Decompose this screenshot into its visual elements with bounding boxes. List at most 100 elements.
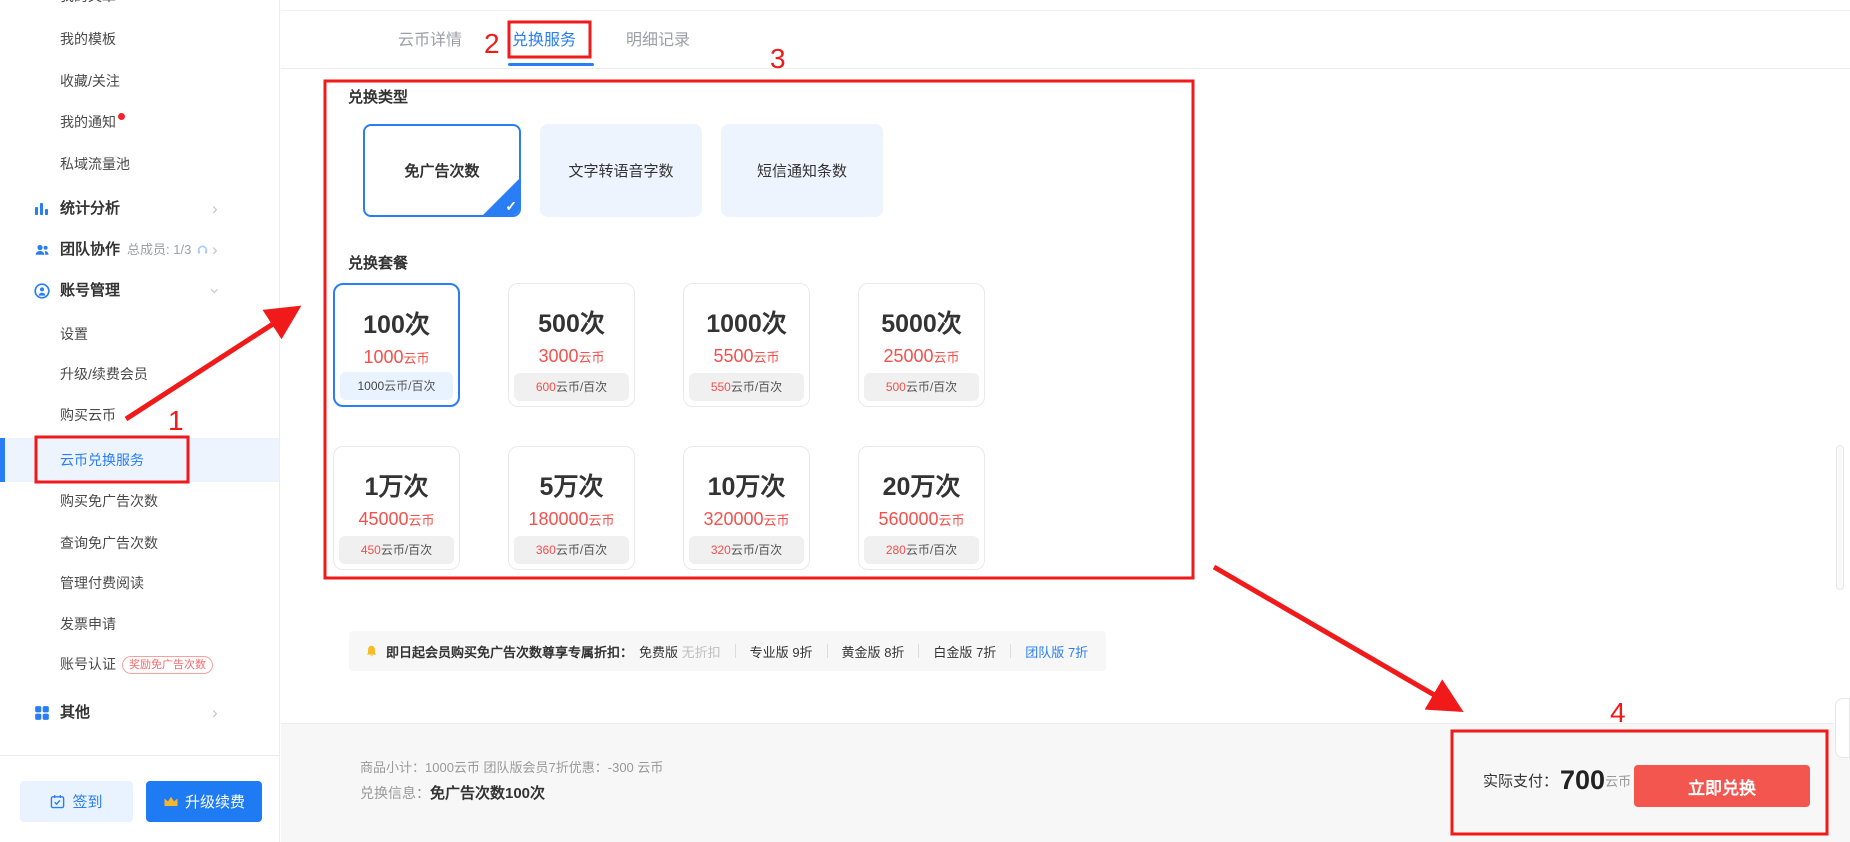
type-card-tts[interactable]: 文字转语音字数: [540, 124, 702, 217]
package-price: 560000云币: [859, 509, 984, 530]
package-rate: 450云币/百次: [339, 536, 454, 564]
discount-lead-text: 即日起会员购买免广告次数尊享专属折扣：: [386, 642, 633, 661]
sidebar-item-label: 私域流量池: [60, 144, 130, 184]
headset-icon: [196, 243, 209, 256]
exchange-now-button[interactable]: 立即兑换: [1634, 765, 1810, 807]
package-quantity: 100次: [335, 305, 458, 341]
chevron-right-icon: ›: [212, 693, 218, 733]
package-rate: 280云币/百次: [864, 536, 979, 564]
calendar-check-icon: [50, 794, 65, 809]
sidebar-item-coin-exchange[interactable]: 云币兑换服务: [0, 438, 280, 482]
team-icon: [34, 242, 50, 258]
package-card-200k[interactable]: 20万次 560000云币 280云币/百次: [858, 446, 985, 570]
sidebar-item-account-auth[interactable]: 账号认证奖励免广告次数: [0, 644, 280, 684]
sidebar-item-notifications[interactable]: 我的通知: [0, 102, 280, 142]
type-card-sms[interactable]: 短信通知条数: [721, 124, 883, 217]
check-in-label: 签到: [72, 791, 102, 812]
sidebar-item-team[interactable]: 团队协作总成员: 1/3 ›: [0, 230, 280, 270]
side-float-widget[interactable]: [1835, 698, 1850, 758]
tab-coin-details[interactable]: 云币详情: [398, 26, 462, 50]
reward-badge: 奖励免广告次数: [122, 656, 213, 674]
package-quantity: 5万次: [509, 467, 634, 503]
tab-detail-records[interactable]: 明细记录: [626, 26, 690, 50]
sidebar-item-account[interactable]: 账号管理 ›: [0, 271, 280, 311]
sidebar-item-upgrade-member[interactable]: 升级/续费会员: [0, 354, 280, 394]
notification-dot-icon: [118, 113, 125, 120]
sidebar-item-private-traffic[interactable]: 私域流量池: [0, 144, 280, 184]
sidebar-item-label: 其他: [60, 693, 90, 733]
package-rate: 1000云币/百次: [340, 372, 453, 400]
sidebar-item-invoice[interactable]: 发票申请: [0, 604, 280, 644]
check-in-button[interactable]: 签到: [20, 781, 133, 822]
bar-chart-icon: [34, 201, 50, 217]
package-card-1000[interactable]: 1000次 5500云币 550云币/百次: [683, 283, 810, 407]
payment-unit: 云币: [1605, 771, 1631, 790]
sidebar-item-label: 设置: [60, 314, 88, 354]
upgrade-renew-label: 升级续费: [185, 791, 245, 812]
chevron-down-icon: ›: [195, 288, 235, 294]
checkout-bar: 商品小计：1000云币 团队版会员7折优惠：-300 云币 兑换信息：免广告次数…: [281, 723, 1850, 842]
bell-icon: [365, 645, 378, 658]
exchange-package-title: 兑换套餐: [348, 252, 408, 273]
divider: [918, 644, 919, 658]
tab-exchange-service[interactable]: 兑换服务: [512, 26, 576, 50]
sidebar-item-label: 账号管理: [60, 271, 120, 311]
sidebar-item-settings[interactable]: 设置: [0, 314, 280, 354]
sidebar-item-label: 团队协作总成员: 1/3: [60, 230, 209, 270]
package-price: 3000云币: [509, 346, 634, 367]
check-icon: ✓: [505, 198, 517, 215]
sidebar-item-query-adfree[interactable]: 查询免广告次数: [0, 523, 280, 563]
active-tab-underline: [508, 63, 594, 66]
package-card-50k[interactable]: 5万次 180000云币 360云币/百次: [508, 446, 635, 570]
package-quantity: 5000次: [859, 304, 984, 340]
sidebar-item-label: 我的通知: [60, 102, 116, 142]
team-member-count: 总成员: 1/3: [127, 242, 191, 257]
package-rate: 500云币/百次: [864, 373, 979, 401]
sidebar-item-buy-adfree[interactable]: 购买免广告次数: [0, 481, 280, 521]
package-rate: 360云币/百次: [514, 536, 629, 564]
sidebar-item-paid-reading[interactable]: 管理付费阅读: [0, 563, 280, 603]
type-card-adfree[interactable]: 免广告次数 ✓: [363, 124, 521, 217]
package-price: 25000云币: [859, 346, 984, 367]
scrollbar-thumb[interactable]: [1836, 445, 1844, 590]
payment-label: 实际支付：: [1483, 770, 1558, 791]
sidebar-item-favorites[interactable]: 收藏/关注: [0, 61, 280, 101]
tab-bar: 云币详情 兑换服务 明细记录: [398, 26, 690, 50]
sidebar-item-label: 收藏/关注: [60, 61, 120, 101]
sidebar-footer-divider: [0, 755, 280, 756]
package-card-5000[interactable]: 5000次 25000云币 500云币/百次: [858, 283, 985, 407]
package-card-100[interactable]: 100次 1000云币 1000云币/百次: [333, 283, 460, 407]
package-rate: 550云币/百次: [689, 373, 804, 401]
package-card-100k[interactable]: 10万次 320000云币 320云币/百次: [683, 446, 810, 570]
apps-grid-icon: [34, 705, 50, 721]
top-divider: [281, 10, 1850, 11]
sidebar-item-label: 账号认证奖励免广告次数: [60, 644, 213, 684]
sidebar-item-my-templates[interactable]: 我的模板: [0, 19, 280, 59]
sidebar-item-my-articles[interactable]: 我的文章: [0, 0, 280, 16]
package-card-500[interactable]: 500次 3000云币 600云币/百次: [508, 283, 635, 407]
sidebar-item-label: 查询免广告次数: [60, 523, 158, 563]
tier-platinum: 白金版 7折: [933, 642, 996, 661]
member-discount-bar: 即日起会员购买免广告次数尊享专属折扣： 免费版 无折扣 专业版 9折 黄金版 8…: [349, 631, 1106, 671]
package-rate: 600云币/百次: [514, 373, 629, 401]
sidebar-item-label: 我的文章: [60, 0, 116, 16]
sidebar-item-buy-coins[interactable]: 购买云币: [0, 395, 280, 435]
sidebar-item-label: 云币兑换服务: [60, 438, 144, 482]
upgrade-renew-button[interactable]: 升级续费: [146, 781, 262, 822]
package-card-10k[interactable]: 1万次 45000云币 450云币/百次: [333, 446, 460, 570]
tier-gold: 黄金版 8折: [842, 642, 905, 661]
user-circle-icon: [34, 283, 50, 299]
sidebar-item-statistics[interactable]: 统计分析 ›: [0, 189, 280, 229]
subtotal-text: 商品小计：1000云币 团队版会员7折优惠：-300 云币: [360, 757, 663, 776]
tier-team[interactable]: 团队版 7折: [1025, 642, 1088, 661]
package-quantity: 20万次: [859, 467, 984, 503]
sidebar-item-label: 管理付费阅读: [60, 563, 144, 603]
type-card-label: 短信通知条数: [757, 160, 847, 181]
divider: [735, 644, 736, 658]
exchange-type-title: 兑换类型: [348, 86, 408, 107]
package-quantity: 10万次: [684, 467, 809, 503]
sidebar-item-label: 升级/续费会员: [60, 354, 148, 394]
package-rate: 320云币/百次: [689, 536, 804, 564]
sidebar-item-others[interactable]: 其他 ›: [0, 693, 280, 733]
chevron-right-icon: ›: [212, 230, 218, 270]
